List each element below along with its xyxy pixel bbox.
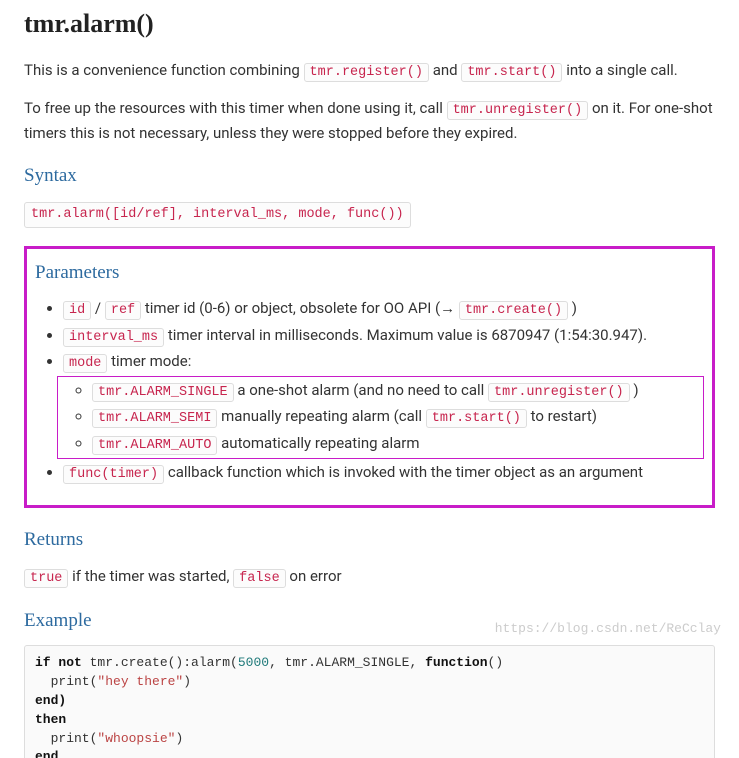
page-title: tmr.alarm() [24, 4, 715, 43]
param-interval: interval_ms timer interval in millisecon… [63, 324, 704, 348]
code-alarm-auto: tmr.ALARM_AUTO [92, 436, 217, 455]
keyword-then: then [35, 712, 66, 727]
example-heading: Example [24, 607, 715, 636]
text: timer id (0-6) or object, obsolete for O… [141, 299, 459, 317]
text: callback function which is invoked with … [164, 463, 643, 481]
code-tmr-unregister: tmr.unregister() [447, 101, 589, 120]
text: a one-shot alarm (and no need to call [234, 381, 488, 399]
code-ref: ref [105, 301, 141, 320]
text: print( [35, 674, 97, 689]
mode-auto: tmr.ALARM_AUTO automatically repeating a… [92, 432, 697, 456]
keyword-function: function [425, 655, 487, 670]
mode-semi: tmr.ALARM_SEMI manually repeating alarm … [92, 405, 697, 429]
code-tmr-create: tmr.create() [459, 301, 568, 320]
param-mode: mode timer mode: tmr.ALARM_SINGLE a one-… [63, 350, 704, 459]
text: timer mode: [107, 352, 191, 370]
param-func: func(timer) callback function which is i… [63, 461, 704, 485]
code-tmr-unregister: tmr.unregister() [488, 383, 630, 402]
code-mode: mode [63, 354, 107, 373]
text: , tmr.ALARM_SINGLE, [269, 655, 425, 670]
string-hey-there: "hey there" [97, 674, 183, 689]
string-whoopsie: "whoopsie" [97, 731, 175, 746]
keyword-end: end) [35, 693, 66, 708]
code-true: true [24, 569, 68, 588]
text: and [433, 61, 462, 79]
parameters-highlight-box: Parameters id / ref timer id (0-6) or ob… [24, 246, 715, 508]
keyword-if-not: if not [35, 655, 82, 670]
returns-text: true if the timer was started, false on … [24, 565, 715, 589]
text: / [91, 299, 105, 317]
code-alarm-semi: tmr.ALARM_SEMI [92, 409, 217, 428]
code-false: false [233, 569, 286, 588]
text: timer interval in milliseconds. Maximum … [164, 326, 647, 344]
example-code-block: if not tmr.create():alarm(5000, tmr.ALAR… [24, 645, 715, 758]
syntax-code: tmr.alarm([id/ref], interval_ms, mode, f… [24, 202, 411, 228]
text: into a single call. [566, 61, 678, 79]
text: () [488, 655, 504, 670]
text: ) [175, 731, 183, 746]
text: automatically repeating alarm [217, 434, 419, 452]
code-tmr-start: tmr.start() [426, 409, 527, 428]
text: ) [568, 299, 577, 317]
parameters-list: id / ref timer id (0-6) or object, obsol… [35, 297, 704, 485]
mode-list: tmr.ALARM_SINGLE a one-shot alarm (and n… [64, 379, 697, 456]
text: tmr.create():alarm( [82, 655, 238, 670]
keyword-end: end [35, 749, 58, 758]
intro-paragraph: This is a convenience function combining… [24, 59, 715, 83]
code-alarm-single: tmr.ALARM_SINGLE [92, 383, 234, 402]
code-tmr-register: tmr.register() [304, 63, 429, 82]
parameters-heading: Parameters [35, 259, 704, 288]
mode-highlight-box: tmr.ALARM_SINGLE a one-shot alarm (and n… [57, 376, 704, 459]
text: to restart) [527, 407, 597, 425]
param-id: id / ref timer id (0-6) or object, obsol… [63, 297, 704, 321]
text: To free up the resources with this timer… [24, 99, 447, 117]
code-id: id [63, 301, 91, 320]
text: ) [183, 674, 191, 689]
text: manually repeating alarm (call [217, 407, 425, 425]
number-5000: 5000 [238, 655, 269, 670]
returns-heading: Returns [24, 526, 715, 555]
text: if the timer was started, [68, 567, 233, 585]
text: print( [35, 731, 97, 746]
text: ) [630, 381, 639, 399]
text: on error [286, 567, 342, 585]
syntax-heading: Syntax [24, 162, 715, 191]
text: This is a convenience function combining [24, 61, 304, 79]
code-tmr-start: tmr.start() [461, 63, 562, 82]
code-interval-ms: interval_ms [63, 328, 164, 347]
mode-single: tmr.ALARM_SINGLE a one-shot alarm (and n… [92, 379, 697, 403]
code-func-timer: func(timer) [63, 465, 164, 484]
free-paragraph: To free up the resources with this timer… [24, 97, 715, 144]
